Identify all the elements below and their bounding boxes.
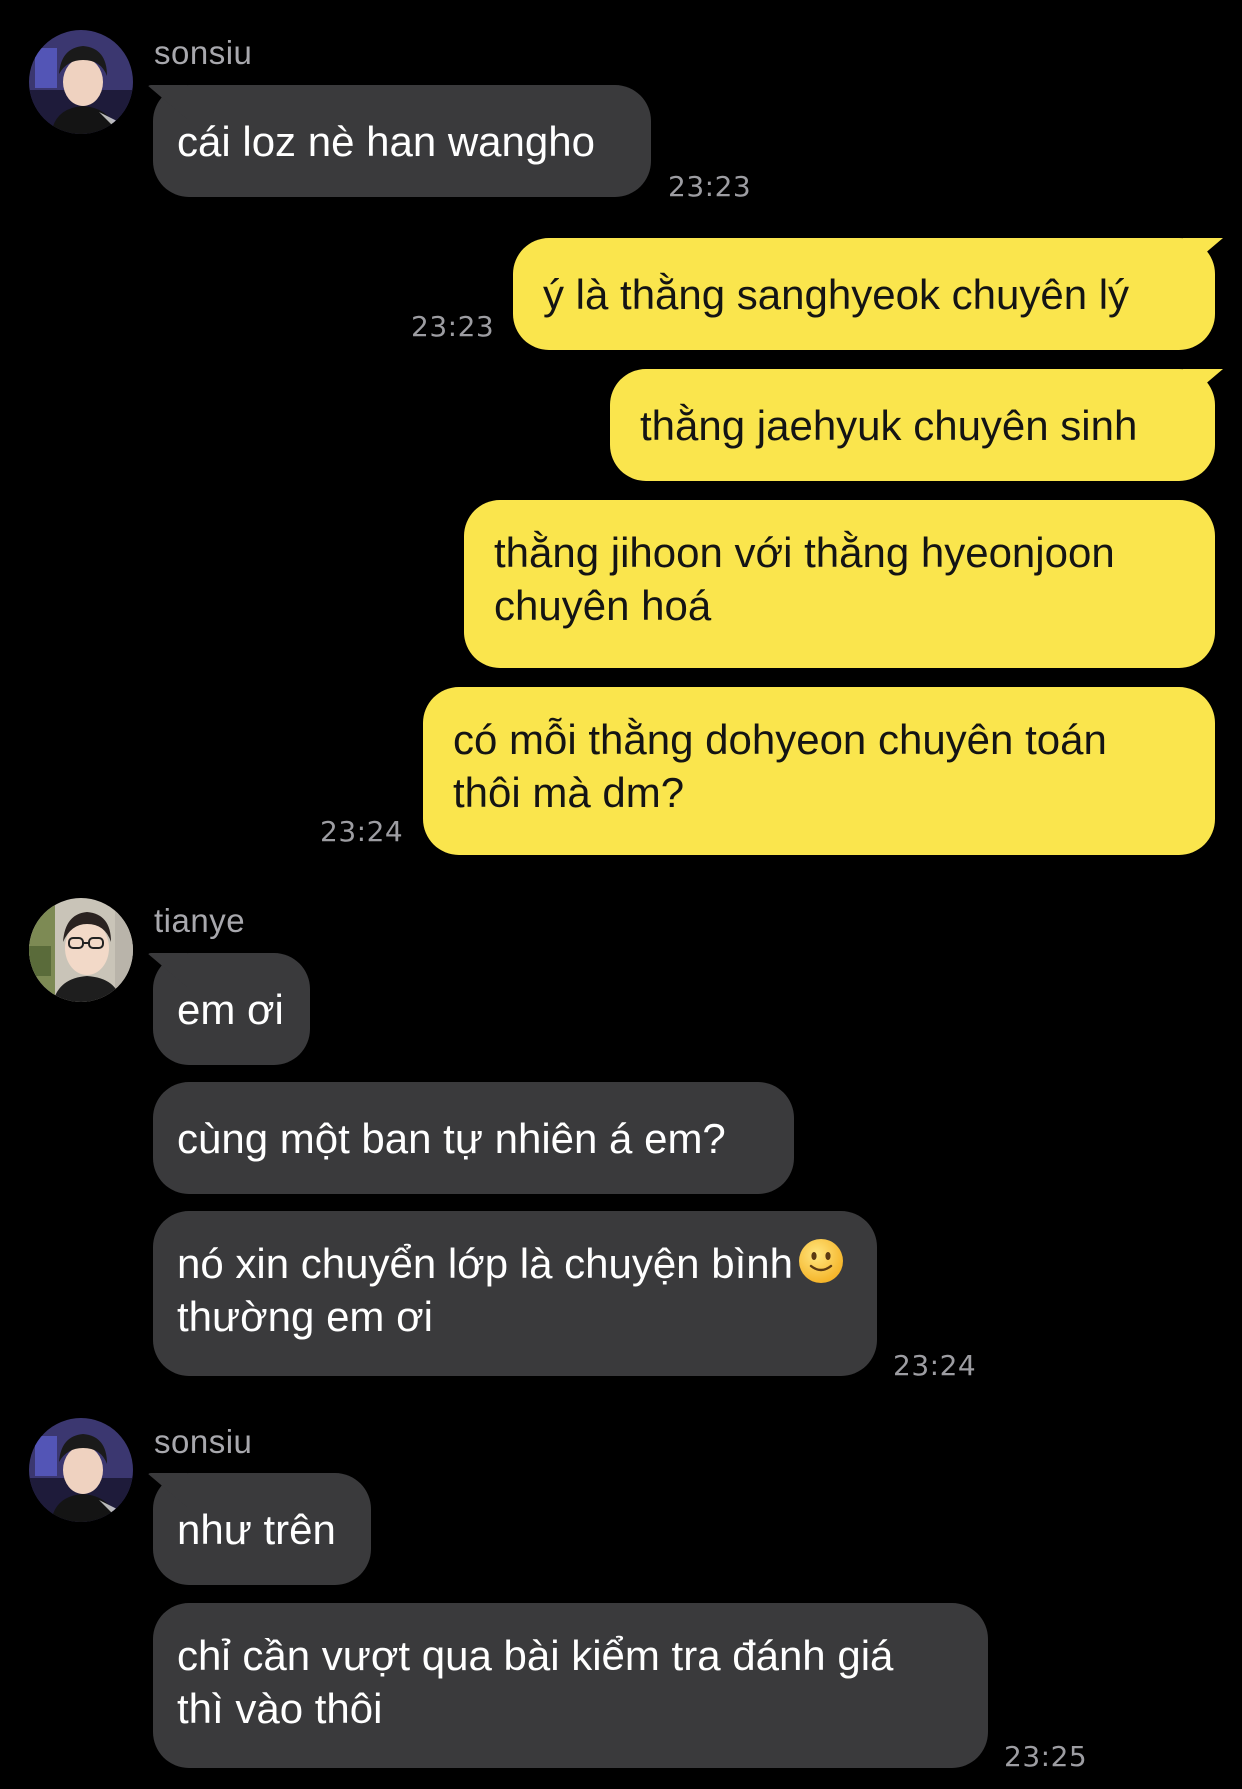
message-bubble-incoming[interactable]: em ơi	[153, 953, 310, 1065]
message-bubble-outgoing[interactable]: ý là thằng sanghyeok chuyên lý	[513, 238, 1215, 350]
message-timestamp: 23:24	[320, 815, 404, 848]
avatar-sonsiu[interactable]	[29, 30, 133, 134]
slightly-smiling-face-icon	[798, 1239, 843, 1283]
avatar-tianye[interactable]	[29, 898, 133, 1002]
message-timestamp: 23:23	[668, 170, 752, 203]
message-timestamp: 23:23	[411, 310, 495, 343]
sender-name: sonsiu	[154, 34, 253, 71]
message-bubble-incoming[interactable]: nó xin chuyển lớp là chuyện bình thường …	[153, 1211, 877, 1376]
message-bubble-outgoing[interactable]: có mỗi thằng dohyeon chuyên toán thôi mà…	[423, 687, 1215, 855]
message-timestamp: 23:24	[893, 1349, 977, 1382]
message-bubble-incoming[interactable]: cái loz nè han wangho	[153, 85, 651, 197]
message-timestamp: 23:25	[1004, 1740, 1088, 1773]
message-bubble-incoming[interactable]: như trên	[153, 1473, 371, 1585]
message-bubble-incoming[interactable]: chỉ cần vượt qua bài kiểm tra đánh giá t…	[153, 1603, 988, 1768]
sender-name: sonsiu	[154, 1423, 253, 1460]
message-bubble-outgoing[interactable]: thằng jaehyuk chuyên sinh	[610, 369, 1215, 481]
message-bubble-outgoing[interactable]: thằng jihoon với thằng hyeonjoon chuyên …	[464, 500, 1215, 668]
avatar-sonsiu[interactable]	[29, 1418, 133, 1522]
sender-name: tianye	[154, 902, 246, 939]
message-text: nó xin chuyển lớp là chuyện bình thường …	[177, 1240, 793, 1340]
message-bubble-incoming[interactable]: cùng một ban tự nhiên á em?	[153, 1082, 794, 1194]
